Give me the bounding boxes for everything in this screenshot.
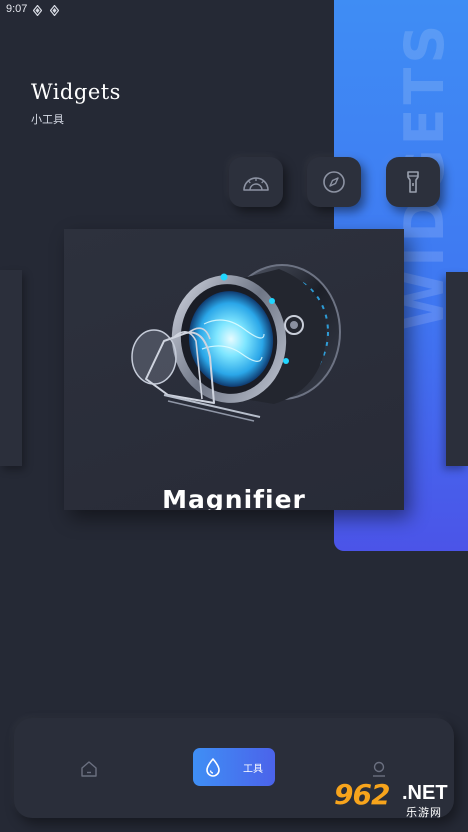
protractor-icon xyxy=(243,177,269,191)
notification-icon xyxy=(50,5,59,16)
nav-item-tools[interactable]: 工具 xyxy=(193,748,275,786)
nav-item-home[interactable] xyxy=(78,758,100,780)
page-title: Widgets xyxy=(31,80,121,104)
card-title: Magnifier xyxy=(162,485,306,510)
water-drop-icon xyxy=(202,756,224,778)
compass-icon xyxy=(323,171,345,193)
page-subtitle: 小工具 xyxy=(31,113,64,126)
watermark-logo: 962 .NET 乐游网 xyxy=(334,778,448,819)
flashlight-button[interactable] xyxy=(386,157,440,207)
nav-item-tools-label: 工具 xyxy=(243,763,263,775)
carousel-card-next[interactable] xyxy=(446,272,468,466)
magnifier-illustration xyxy=(131,264,341,422)
nav-item-profile[interactable] xyxy=(368,758,390,780)
home-icon xyxy=(81,761,97,777)
magnifier-card[interactable]: Magnifier xyxy=(64,229,404,510)
protractor-button[interactable] xyxy=(229,157,283,207)
profile-icon xyxy=(373,761,385,777)
carousel-card-previous[interactable] xyxy=(0,270,22,466)
notification-icon xyxy=(33,5,42,16)
status-time: 9:07 xyxy=(6,3,28,15)
flashlight-icon xyxy=(407,171,419,193)
compass-button[interactable] xyxy=(307,157,361,207)
